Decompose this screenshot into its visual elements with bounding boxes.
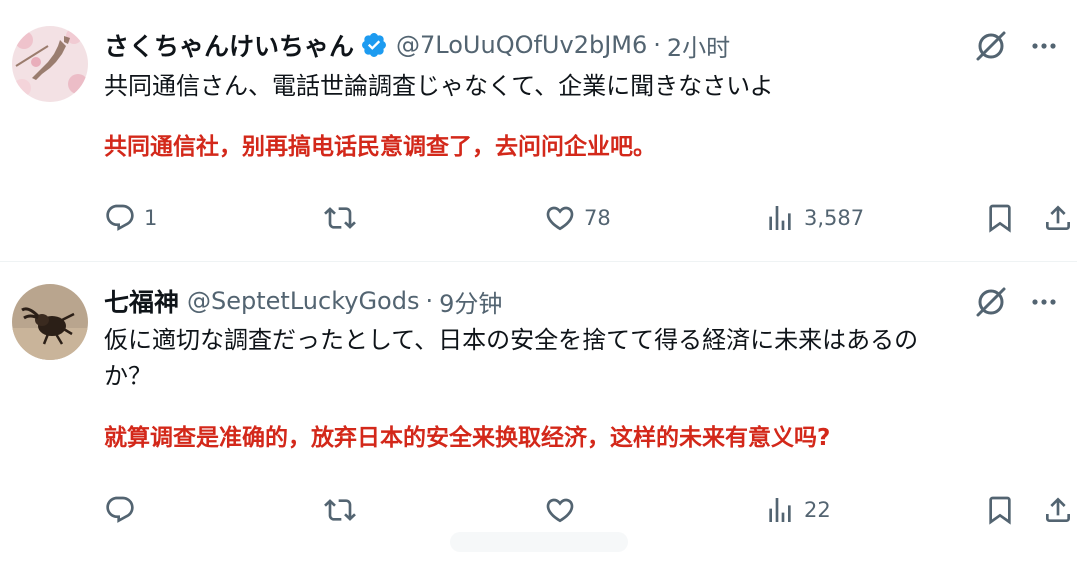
share-icon: [1046, 205, 1070, 230]
reply-button[interactable]: 1: [104, 198, 157, 238]
like-button[interactable]: 78: [544, 198, 611, 238]
cherry-blossom-japan-map-avatar: [12, 26, 88, 102]
tweet-header: 七福神 @SeptetLuckyGods · 9分钟: [104, 283, 502, 319]
translation-text: 就算调查是准确的，放弃日本的安全来换取经济，这样的未来有意义吗?: [104, 425, 831, 451]
user-handle[interactable]: @7LoUuQOfUv2bJM6: [396, 31, 647, 59]
like-icon: [546, 206, 574, 231]
tweet[interactable]: 七福神 @SeptetLuckyGods · 9分钟 仮に適切な調査だったとして…: [0, 262, 1077, 566]
like-button[interactable]: [544, 490, 584, 530]
timestamp[interactable]: 9分钟: [439, 284, 502, 319]
reply-icon: [106, 496, 134, 523]
share-button[interactable]: [1042, 490, 1074, 530]
views-icon: [769, 498, 791, 522]
retweet-icon: [324, 207, 356, 229]
verified-badge-icon: [360, 31, 388, 59]
display-name[interactable]: 七福神: [104, 283, 179, 319]
retweet-icon: [324, 499, 356, 521]
more-icon[interactable]: [1029, 287, 1059, 317]
view-count: 22: [804, 498, 831, 522]
tweet-text-line: 共同通信さん、電話世論調査じゃなくて、企業に聞きなさいよ: [104, 72, 774, 100]
tweet-text-line: 仮に適切な調査だったとして、日本の安全を捨てて得る経済に未来はあるの: [104, 326, 919, 354]
tweet-header: さくちゃんけいちゃん @7LoUuQOfUv2bJM6 · 2小时: [104, 27, 730, 63]
view-count: 3,587: [804, 206, 865, 230]
timestamp[interactable]: 2小时: [667, 28, 730, 63]
bookmark-icon: [989, 496, 1011, 525]
grok-icon[interactable]: [973, 284, 1009, 320]
tweet-actions: 22: [0, 490, 1077, 530]
tweet-text-line: か？: [104, 362, 152, 390]
avatar[interactable]: [12, 26, 88, 102]
tweet-text: 仮に適切な調査だったとして、日本の安全を捨てて得る経済に未来はあるの か？: [104, 322, 918, 394]
views-button[interactable]: 22: [764, 490, 831, 530]
bookmark-button[interactable]: [984, 490, 1016, 530]
tweet-text: 共同通信さん、電話世論調査じゃなくて、企業に聞きなさいよ: [104, 68, 774, 104]
watermark-overlay: [450, 532, 628, 552]
retweet-button[interactable]: [324, 198, 364, 238]
translation-text: 共同通信社，别再搞电话民意调查了，去问问企业吧。: [104, 134, 656, 160]
share-icon: [1046, 497, 1070, 522]
bookmark-button[interactable]: [984, 198, 1016, 238]
tweet-actions: 1 78 3,587: [0, 198, 1077, 238]
reply-button[interactable]: [104, 490, 144, 530]
reply-icon: [106, 204, 134, 231]
views-button[interactable]: 3,587: [764, 198, 864, 238]
separator-dot: ·: [653, 31, 661, 59]
bookmark-icon: [989, 204, 1011, 233]
user-handle[interactable]: @SeptetLuckyGods: [187, 287, 419, 315]
avatar[interactable]: [12, 284, 88, 360]
like-icon: [546, 498, 574, 523]
stag-beetle-avatar: [12, 284, 88, 360]
retweet-button[interactable]: [324, 490, 364, 530]
reply-count: 1: [144, 206, 158, 230]
separator-dot: ·: [425, 287, 434, 315]
tweet[interactable]: さくちゃんけいちゃん @7LoUuQOfUv2bJM6 · 2小时 共同通信さん…: [0, 0, 1077, 262]
like-count: 78: [584, 206, 611, 230]
grok-icon[interactable]: [973, 28, 1009, 64]
more-icon[interactable]: [1029, 31, 1059, 61]
views-icon: [769, 206, 791, 230]
display-name[interactable]: さくちゃんけいちゃん: [104, 27, 354, 63]
share-button[interactable]: [1042, 198, 1074, 238]
